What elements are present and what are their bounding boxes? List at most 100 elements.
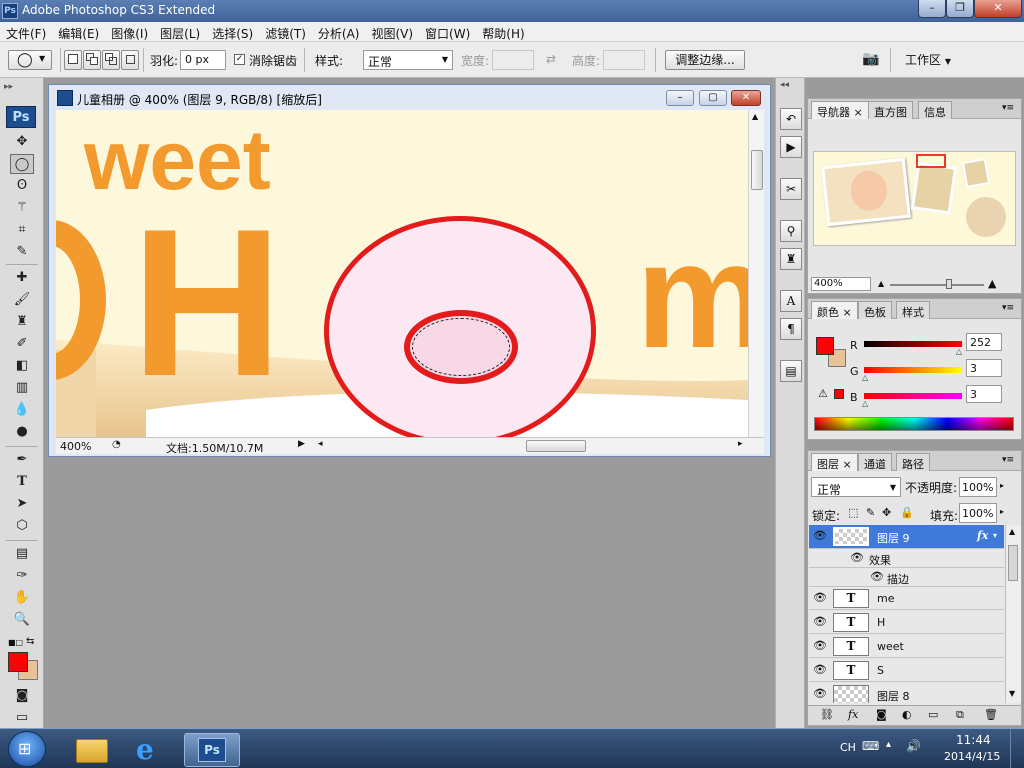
scroll-up-arrow-icon[interactable]: ▲ <box>1009 527 1015 536</box>
menu-select[interactable]: 选择(S) <box>206 22 259 41</box>
new-layer-icon[interactable]: ⧉ <box>956 708 964 722</box>
bridge-icon[interactable]: 📷 <box>862 51 886 69</box>
menu-help[interactable]: 帮助(H) <box>476 22 530 41</box>
r-slider[interactable] <box>864 341 962 347</box>
history-panel-icon[interactable]: ↶ <box>780 108 802 130</box>
menu-window[interactable]: 窗口(W) <box>419 22 476 41</box>
fill-arrow-icon[interactable]: ▸ <box>1000 507 1004 516</box>
navigator-zoom-field[interactable]: 400% <box>811 277 871 291</box>
menu-edit[interactable]: 编辑(E) <box>52 22 105 41</box>
horizontal-scroll-thumb[interactable] <box>526 440 586 452</box>
zoom-level[interactable]: 400% <box>60 440 91 453</box>
panel-menu-icon[interactable]: ▾≡ <box>1002 455 1014 465</box>
navigator-view-box[interactable] <box>916 154 946 168</box>
navigator-zoom-thumb[interactable] <box>946 279 952 289</box>
height-input[interactable] <box>603 50 645 70</box>
tray-arrow-icon[interactable]: ▴ <box>886 739 891 750</box>
navigator-zoom-slider[interactable] <box>890 284 984 286</box>
eye-icon[interactable]: 👁 <box>812 687 828 701</box>
slice-tool-icon[interactable]: ✎ <box>10 242 34 262</box>
scroll-down-arrow-icon[interactable]: ▼ <box>1009 689 1015 698</box>
healing-brush-tool-icon[interactable]: ✚ <box>10 268 34 288</box>
feather-input[interactable]: 0 px <box>180 50 226 70</box>
path-selection-tool-icon[interactable]: ➤ <box>10 494 34 514</box>
refine-edge-button[interactable]: 调整边缘... <box>665 50 745 70</box>
lock-transparency-icon[interactable]: ⬚ <box>848 506 858 519</box>
start-button[interactable]: ⊞ <box>8 731 46 767</box>
g-slider-thumb-icon[interactable]: △ <box>862 373 868 382</box>
g-input[interactable]: 3 <box>966 359 1002 377</box>
intersect-selection-button[interactable] <box>121 50 139 70</box>
layers-scroll-thumb[interactable] <box>1008 545 1018 581</box>
elliptical-marquee-tool-icon[interactable]: ◯ <box>10 154 34 174</box>
tab-info[interactable]: 信息 <box>918 101 952 119</box>
g-slider[interactable] <box>864 367 962 373</box>
explorer-taskbar-button[interactable] <box>68 733 118 767</box>
opacity-arrow-icon[interactable]: ▸ <box>1000 481 1004 490</box>
vertical-scroll-thumb[interactable] <box>751 150 763 190</box>
tab-paths[interactable]: 路径 <box>896 453 930 471</box>
paragraph-panel-icon[interactable]: ¶ <box>780 318 802 340</box>
eye-icon[interactable]: 👁 <box>812 639 828 653</box>
gradient-tool-icon[interactable]: ▥ <box>10 378 34 398</box>
move-tool-icon[interactable]: ✥ <box>10 132 34 152</box>
eye-icon[interactable]: 👁 <box>812 591 828 605</box>
panel-menu-icon[interactable]: ▾≡ <box>1002 303 1014 313</box>
new-selection-button[interactable] <box>64 50 82 70</box>
gamut-warning-icon[interactable]: ⚠ <box>818 387 828 400</box>
type-tool-icon[interactable]: T <box>10 472 34 492</box>
tab-styles[interactable]: 样式 <box>896 301 930 319</box>
layer-effect-stroke-row[interactable]: 👁 描边 <box>809 568 1004 587</box>
close-button[interactable]: ✕ <box>974 0 1022 18</box>
brush-tool-icon[interactable]: 🖌 <box>10 290 34 310</box>
add-mask-icon[interactable]: ◙ <box>876 708 887 721</box>
foreground-color-swatch[interactable] <box>8 652 28 672</box>
screen-mode-icon[interactable]: ▭ <box>10 708 34 728</box>
swap-icon[interactable]: ⇄ <box>546 52 556 66</box>
eye-icon[interactable]: 👁 <box>869 570 885 584</box>
eye-icon[interactable]: 👁 <box>812 663 828 677</box>
subtract-selection-button[interactable] <box>102 50 120 70</box>
layer-row-selected[interactable]: 👁 图层 9 fx ▾ <box>809 525 1004 549</box>
tab-layers[interactable]: 图层 × <box>811 453 858 471</box>
menu-image[interactable]: 图像(I) <box>105 22 154 41</box>
zoom-in-icon[interactable]: ▲ <box>988 277 996 290</box>
dock-collapse-icon[interactable]: ◂◂ <box>780 80 789 90</box>
layer-effects-row[interactable]: 👁 效果 <box>809 549 1004 568</box>
menu-view[interactable]: 视图(V) <box>365 22 419 41</box>
b-input[interactable]: 3 <box>966 385 1002 403</box>
style-select[interactable]: 正常 ▼ <box>363 50 453 70</box>
gamut-color-swatch[interactable] <box>834 389 844 399</box>
link-layers-icon[interactable]: ⛓ <box>820 708 834 721</box>
zoom-out-icon[interactable]: ▲ <box>878 279 884 288</box>
history-brush-tool-icon[interactable]: ✐ <box>10 334 34 354</box>
tab-navigator[interactable]: 导航器 × <box>811 101 869 119</box>
tab-color[interactable]: 颜色 × <box>811 301 858 319</box>
tab-channels[interactable]: 通道 <box>858 453 892 471</box>
input-language[interactable]: CH <box>840 741 856 754</box>
actions-panel-icon[interactable]: ▶ <box>780 136 802 158</box>
layer-row[interactable]: 👁 T S <box>809 659 1004 682</box>
scroll-up-arrow-icon[interactable]: ▲ <box>752 112 758 121</box>
collapse-icon[interactable]: ▸▸ <box>4 82 13 92</box>
status-menu-icon[interactable]: ◔ <box>112 439 121 450</box>
layers-scrollbar[interactable]: ▲ ▼ <box>1005 525 1021 703</box>
adjustment-layer-icon[interactable]: ◐ <box>902 708 912 721</box>
menu-layer[interactable]: 图层(L) <box>154 22 206 41</box>
eyedropper-tool-icon[interactable]: ✑ <box>10 566 34 586</box>
document-canvas[interactable]: weet H m <box>56 110 748 437</box>
swap-colors-icon[interactable]: ⇆ <box>26 636 34 647</box>
antialias-checkbox[interactable]: ✓ <box>234 54 245 65</box>
layer-row[interactable]: 👁 T weet <box>809 635 1004 658</box>
magic-wand-tool-icon[interactable]: ⚚ <box>10 198 34 218</box>
color-fg-swatch[interactable] <box>816 337 834 355</box>
show-desktop-button[interactable] <box>1010 729 1024 768</box>
menu-file[interactable]: 文件(F) <box>0 22 52 41</box>
clock-time[interactable]: 11:44 <box>956 733 991 747</box>
crop-tool-icon[interactable]: ⌗ <box>10 220 34 240</box>
blur-tool-icon[interactable]: 💧 <box>10 400 34 420</box>
keyboard-icon[interactable]: ⌨ <box>862 739 879 753</box>
lock-all-icon[interactable]: 🔒 <box>900 506 914 519</box>
expand-effects-arrow-icon[interactable]: ▾ <box>993 531 997 540</box>
panel-menu-icon[interactable]: ▾≡ <box>1002 103 1014 113</box>
